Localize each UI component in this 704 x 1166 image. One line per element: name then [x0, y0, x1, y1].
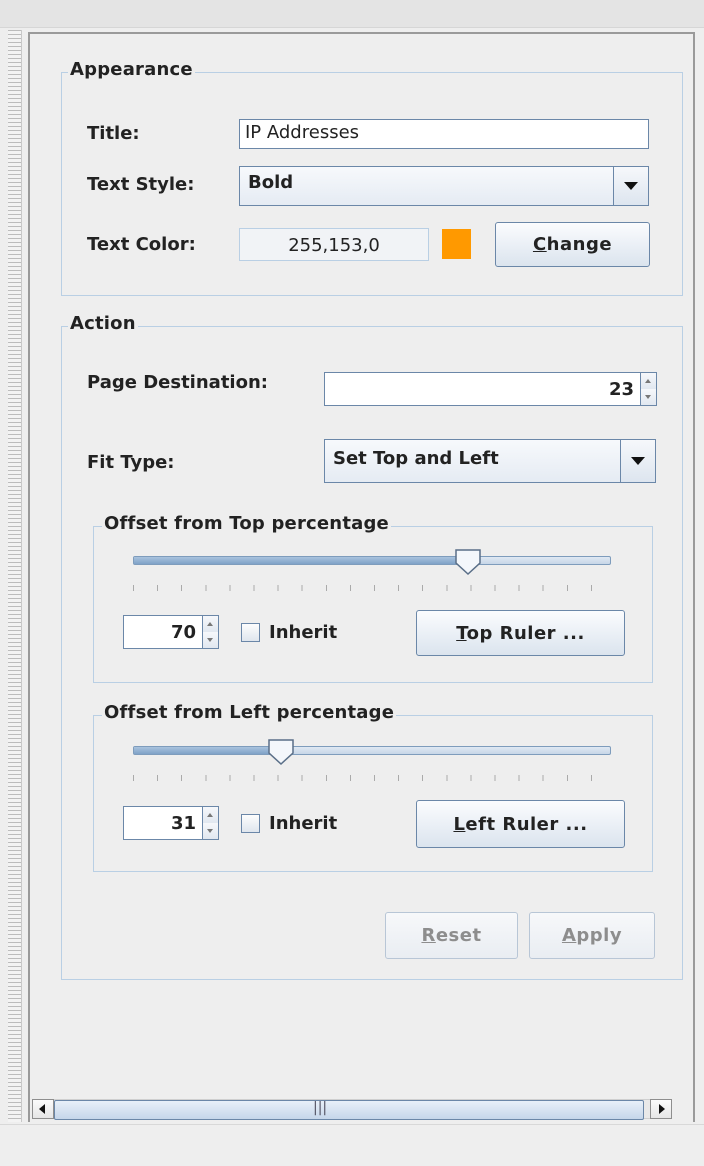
- color-swatch: [442, 229, 471, 259]
- title-input[interactable]: IP Addresses: [239, 119, 649, 149]
- window-top-strip: [0, 0, 704, 28]
- top-ruler-mnemonic: T: [456, 623, 467, 644]
- properties-panel: Appearance Title: IP Addresses Text Styl…: [28, 32, 695, 1122]
- apply-button[interactable]: Apply: [529, 912, 655, 959]
- title-label: Title:: [87, 123, 140, 144]
- reset-mnemonic: R: [421, 925, 436, 946]
- scroll-left-button[interactable]: [32, 1099, 54, 1119]
- reset-button[interactable]: Reset: [385, 912, 518, 959]
- text-color-label: Text Color:: [87, 234, 196, 255]
- offset-top-legend: Offset from Top percentage: [102, 513, 391, 534]
- page-destination-spinner[interactable]: 23: [324, 372, 657, 406]
- offset-left-group: Offset from Left percentage 31 Inherit L…: [93, 702, 653, 872]
- offset-top-slider-track[interactable]: [133, 556, 611, 565]
- page-destination-label: Page Destination:: [87, 372, 268, 393]
- window-bottom-strip: [0, 1124, 704, 1166]
- action-legend: Action: [68, 313, 138, 334]
- appearance-group: Appearance Title: IP Addresses Text Styl…: [61, 59, 683, 296]
- spinner-down-icon[interactable]: [202, 632, 218, 648]
- page-destination-value: 23: [608, 379, 634, 400]
- chevron-down-icon[interactable]: [613, 167, 648, 205]
- offset-top-group: Offset from Top percentage 70 Inherit To…: [93, 513, 653, 683]
- offset-top-spinner[interactable]: 70: [123, 615, 219, 649]
- fit-type-label: Fit Type:: [87, 452, 175, 473]
- offset-top-inherit-checkbox[interactable]: [241, 623, 260, 642]
- spinner-down-icon[interactable]: [202, 823, 218, 839]
- split-pane-divider[interactable]: [8, 30, 22, 1122]
- offset-top-slider-thumb[interactable]: [454, 548, 482, 576]
- spinner-up-icon[interactable]: [202, 616, 218, 633]
- offset-left-slider-ticks: [133, 769, 615, 781]
- left-ruler-label: eft Ruler ...: [465, 814, 588, 835]
- change-label: hange: [546, 234, 613, 255]
- scroll-thumb[interactable]: |||: [54, 1100, 644, 1120]
- offset-left-legend: Offset from Left percentage: [102, 702, 397, 723]
- offset-left-slider-track[interactable]: [133, 746, 611, 755]
- apply-label: pply: [576, 925, 623, 946]
- change-color-button[interactable]: Change: [495, 222, 650, 267]
- offset-left-value: 31: [170, 813, 196, 834]
- text-style-label: Text Style:: [87, 174, 195, 195]
- scroll-track[interactable]: |||: [54, 1099, 650, 1120]
- offset-top-inherit-label[interactable]: Inherit: [269, 622, 337, 643]
- offset-left-slider-fill: [134, 747, 282, 754]
- spinner-up-icon[interactable]: [202, 807, 218, 824]
- scroll-thumb-grip: |||: [313, 1100, 328, 1116]
- arrow-left-icon: [39, 1104, 45, 1114]
- spinner-down-icon[interactable]: [640, 389, 656, 405]
- fit-type-select[interactable]: Set Top and Left: [324, 439, 656, 483]
- action-group: Action Page Destination: 23 Fit Type: Se…: [61, 313, 683, 980]
- offset-top-slider-fill: [134, 557, 468, 564]
- change-mnemonic: C: [532, 234, 547, 255]
- offset-top-value: 70: [170, 622, 196, 643]
- offset-left-slider-thumb[interactable]: [267, 738, 295, 766]
- scroll-right-button[interactable]: [650, 1099, 672, 1119]
- offset-left-inherit-label: Inherit: [269, 813, 338, 834]
- apply-mnemonic: A: [561, 925, 577, 946]
- appearance-legend: Appearance: [68, 59, 195, 80]
- text-style-value: Bold: [248, 172, 294, 193]
- text-color-value: 255,153,0: [239, 228, 429, 261]
- horizontal-scrollbar[interactable]: |||: [32, 1098, 692, 1120]
- offset-left-spinner[interactable]: 31: [123, 806, 219, 840]
- left-ruler-button[interactable]: Left Ruler ...: [416, 800, 625, 848]
- chevron-down-icon[interactable]: [620, 440, 655, 482]
- spinner-up-icon[interactable]: [640, 373, 656, 390]
- offset-left-inherit-checkbox[interactable]: [241, 814, 260, 833]
- arrow-right-icon: [659, 1104, 665, 1114]
- top-ruler-label: op Ruler ...: [466, 623, 585, 644]
- top-ruler-button[interactable]: Top Ruler ...: [416, 610, 625, 656]
- fit-type-value: Set Top and Left: [333, 448, 499, 469]
- left-ruler-mnemonic: L: [453, 814, 466, 835]
- reset-label: eset: [435, 925, 482, 946]
- text-style-select[interactable]: Bold: [239, 166, 649, 206]
- offset-top-slider-ticks: [133, 579, 615, 591]
